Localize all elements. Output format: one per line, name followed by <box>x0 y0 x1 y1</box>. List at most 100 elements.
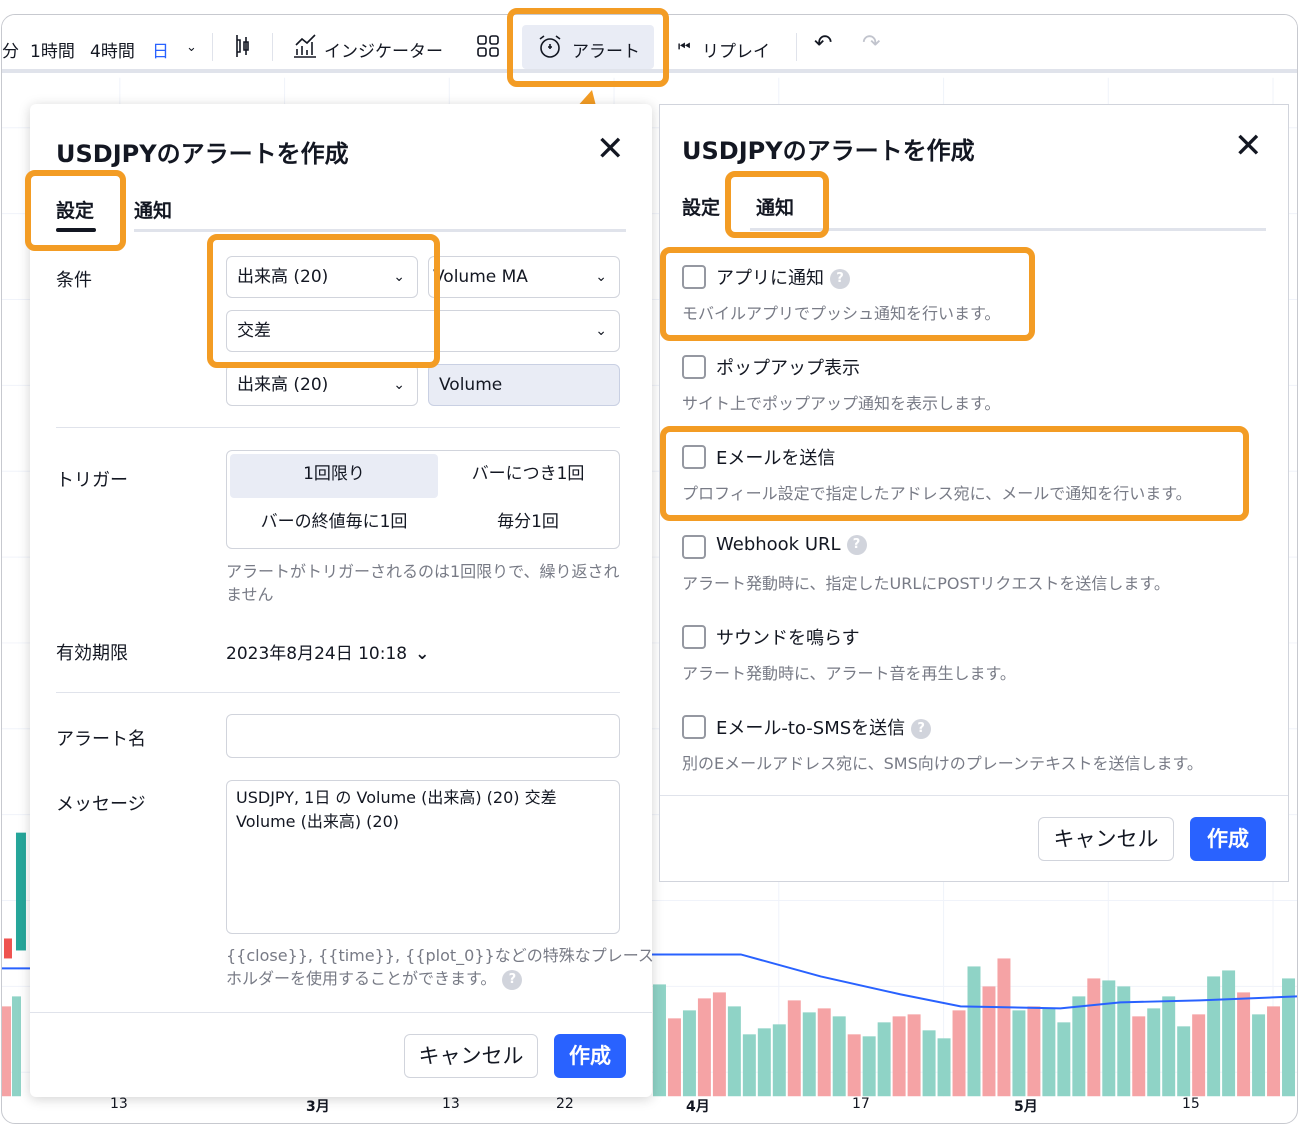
indicators-icon[interactable] <box>292 33 318 64</box>
notify-option-description: 別のEメールアドレス宛に、SMS向けのプレーンテキストを送信します。 <box>682 754 1203 773</box>
volume-bar <box>1102 980 1116 1097</box>
volume-bar <box>937 1038 951 1097</box>
notify-option-description: アラート発動時に、アラート音を再生します。 <box>682 664 1016 683</box>
volume-bar <box>1087 978 1101 1097</box>
volume-bar <box>1057 1022 1071 1097</box>
condition-operator-select[interactable]: 交差 ⌄ <box>226 310 620 352</box>
undo-icon[interactable]: ↶ <box>814 31 832 56</box>
condition-plot-select[interactable]: Volume MA ⌄ <box>428 256 620 298</box>
alert-notify-dialog: USDJPYのアラートを作成 ✕ 設定 通知 アプリに通知? モバイルアプリでプッ… <box>659 104 1289 882</box>
dialog-title: USDJPYのアラートを作成 <box>682 137 975 165</box>
create-button[interactable]: 作成 <box>1190 817 1266 861</box>
close-icon[interactable]: ✕ <box>1234 129 1263 163</box>
help-icon[interactable]: ? <box>911 719 932 739</box>
alert-button-label: アラート <box>572 42 640 62</box>
volume-bar <box>802 1012 816 1097</box>
indicators-button[interactable]: インジケーター <box>324 37 443 62</box>
notify-option: Eメール-to-SMSを送信? 別のEメールアドレス宛に、SMS向けのプレーンテキ… <box>660 715 1288 785</box>
top-toolbar: 分 1時間 4時間 日 ⌄ インジケーター アラート ⏮ リプレイ ↶ ↷ <box>2 15 1297 73</box>
notify-option-label[interactable]: アプリに通知? <box>716 264 850 290</box>
divider <box>56 427 620 428</box>
toolbar-separator <box>796 33 797 61</box>
volume-bar <box>982 986 996 1097</box>
volume-bar <box>1222 970 1236 1097</box>
tab-underline <box>750 228 1266 231</box>
notify-option-label[interactable]: ポップアップ表示 <box>716 354 860 380</box>
volume-bar <box>1207 976 1221 1097</box>
notify-option-description: モバイルアプリでプッシュ通知を行います。 <box>682 304 1001 323</box>
x-tick: 13 <box>110 1096 128 1112</box>
message-label: メッセージ <box>56 794 146 815</box>
volume-bar <box>787 1000 801 1097</box>
interval-4h-button[interactable]: 4時間 <box>90 37 135 62</box>
volume-bar <box>1072 996 1086 1097</box>
chevron-down-icon: ⌄ <box>595 269 607 285</box>
interval-day-button[interactable]: 日 <box>152 37 169 62</box>
trigger-bar-close-option[interactable]: バーの終値毎に1回 <box>230 502 438 546</box>
notify-option-checkbox[interactable] <box>682 715 706 739</box>
volume-bar <box>967 966 981 1097</box>
volume-bar <box>757 1028 771 1097</box>
expiry-value[interactable]: 2023年8月24日 10:18 ⌄ <box>226 639 429 664</box>
cancel-button[interactable]: キャンセル <box>404 1034 538 1078</box>
help-icon[interactable]: ? <box>502 969 523 990</box>
tab-notify[interactable]: 通知 <box>134 196 172 223</box>
alarm-clock-icon <box>536 33 564 66</box>
volume-bar <box>907 1014 921 1097</box>
condition-label: 条件 <box>56 270 92 291</box>
volume-bar <box>877 1022 891 1097</box>
placeholder-hint-line-2: ホルダーを使用することができます。? <box>226 967 523 990</box>
tab-settings[interactable]: 設定 <box>56 196 94 223</box>
notify-option-checkbox[interactable] <box>682 355 706 379</box>
condition-source-select[interactable]: 出来高 (20) ⌄ <box>226 256 418 298</box>
interval-partial[interactable]: 分 <box>2 37 19 62</box>
volume-bar <box>697 998 711 1097</box>
interval-1h-button[interactable]: 1時間 <box>30 37 75 62</box>
replay-icon[interactable]: ⏮ <box>678 39 691 55</box>
candle <box>15 832 26 951</box>
help-icon[interactable]: ? <box>846 535 867 555</box>
alert-name-input[interactable] <box>226 714 620 758</box>
volume-bar <box>1147 1008 1161 1097</box>
close-icon[interactable]: ✕ <box>596 132 625 166</box>
x-tick: 15 <box>1182 1096 1200 1112</box>
trigger-per-bar-option[interactable]: バーにつき1回 <box>430 454 626 498</box>
volume-bar <box>1177 1026 1191 1097</box>
volume-bar <box>817 1008 831 1097</box>
templates-icon[interactable] <box>476 34 500 63</box>
candle <box>3 938 12 959</box>
chevron-down-icon: ⌄ <box>415 644 430 664</box>
candle-style-icon[interactable] <box>232 33 254 64</box>
create-button[interactable]: 作成 <box>554 1034 626 1078</box>
notify-option-checkbox[interactable] <box>682 625 706 649</box>
volume-bar <box>652 984 666 1097</box>
tab-settings[interactable]: 設定 <box>682 193 720 220</box>
volume-bar <box>1162 996 1176 1097</box>
notify-option-checkbox[interactable] <box>682 265 706 289</box>
x-tick: 4月 <box>686 1099 710 1115</box>
notify-option-label[interactable]: Eメール-to-SMSを送信? <box>716 714 932 740</box>
replay-button[interactable]: リプレイ <box>702 37 770 62</box>
tab-notify[interactable]: 通知 <box>756 193 794 220</box>
notify-option-label[interactable]: Eメールを送信 <box>716 444 835 470</box>
trigger-per-minute-option[interactable]: 毎分1回 <box>430 502 626 546</box>
help-icon[interactable]: ? <box>830 269 850 289</box>
notify-option-label[interactable]: Webhook URL? <box>716 534 867 555</box>
notify-option-checkbox[interactable] <box>682 535 706 559</box>
volume-bar <box>667 1018 681 1097</box>
volume-bar <box>922 1030 936 1097</box>
redo-icon[interactable]: ↷ <box>862 31 880 56</box>
cancel-button[interactable]: キャンセル <box>1038 817 1174 861</box>
expiry-label: 有効期限 <box>56 643 128 664</box>
condition-target-source-select[interactable]: 出来高 (20) ⌄ <box>226 364 418 406</box>
condition-target-plot-select[interactable]: Volume <box>428 364 620 406</box>
chevron-down-icon[interactable]: ⌄ <box>186 40 197 55</box>
alert-name-label: アラート名 <box>56 729 146 750</box>
dialog-title: USDJPYのアラートを作成 <box>56 140 349 168</box>
notify-option-label[interactable]: サウンドを鳴らす <box>716 624 860 650</box>
trigger-once-option[interactable]: 1回限り <box>230 454 438 498</box>
notify-option-checkbox[interactable] <box>682 445 706 469</box>
x-tick: 13 <box>442 1096 460 1112</box>
alert-button[interactable]: アラート <box>522 25 654 69</box>
divider <box>56 692 620 693</box>
